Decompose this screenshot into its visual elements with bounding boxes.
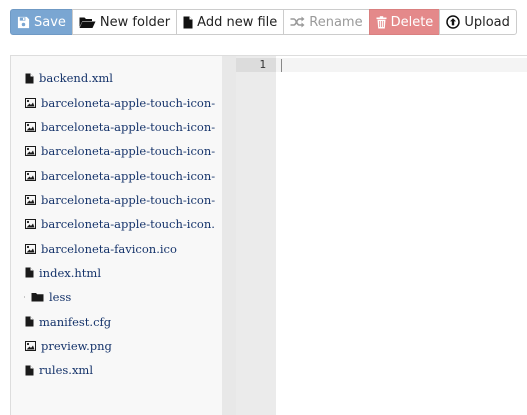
tree-file[interactable]: barceloneta-apple-touch-icon- [11,139,222,163]
tree-file[interactable]: barceloneta-apple-touch-icon. [11,212,222,236]
tree-item-label: barceloneta-apple-touch-icon- [41,168,216,183]
tree-item-label: barceloneta-apple-touch-icon- [41,95,216,110]
active-line-highlight [236,58,527,72]
file-manager-toolbar: Save New folder Add new file Rename Dele… [10,9,517,35]
new-folder-button[interactable]: New folder [71,9,178,35]
text-cursor [281,59,282,72]
file-icon [25,267,34,278]
upload-button[interactable]: Upload [439,9,517,35]
image-icon [25,219,36,230]
file-icon [25,316,34,327]
delete-button[interactable]: Delete [368,9,441,35]
tree-file[interactable]: index.html [11,261,222,285]
tree-file[interactable]: barceloneta-apple-touch-icon- [11,115,222,139]
tree-file[interactable]: barceloneta-apple-touch-icon- [11,188,222,212]
file-tree: backend.xml barceloneta-apple-touch-icon-… [11,66,222,382]
add-new-file-label: Add new file [197,14,278,30]
rename-button[interactable]: Rename [283,9,370,35]
panel-divider[interactable] [222,55,236,415]
line-gutter [236,56,276,415]
caret-right-icon[interactable] [11,293,25,301]
tree-item-label: barceloneta-apple-touch-icon- [41,192,216,207]
delete-label: Delete [390,14,434,30]
tree-item-label: barceloneta-apple-touch-icon- [41,144,216,159]
file-icon [25,73,34,84]
tree-file[interactable]: preview.png [11,334,222,358]
tree-item-label: backend.xml [39,71,113,86]
rename-label: Rename [309,14,363,30]
file-icon [25,365,34,376]
tree-item-label: manifest.cfg [39,314,112,329]
file-tree-panel: backend.xml barceloneta-apple-touch-icon-… [10,55,222,415]
tree-file[interactable]: backend.xml [11,66,222,90]
tree-item-label: barceloneta-apple-touch-icon- [41,119,216,134]
new-folder-label: New folder [99,14,171,30]
save-icon [17,16,30,29]
tree-file[interactable]: barceloneta-favicon.ico [11,236,222,260]
folder-icon [31,292,44,302]
tree-item-label: barceloneta-apple-touch-icon. [41,217,215,232]
trash-icon [376,15,387,29]
tree-item-label: index.html [39,265,102,280]
image-icon [25,121,36,132]
editor-workspace: backend.xml barceloneta-apple-touch-icon-… [10,55,527,415]
image-icon [25,170,36,181]
tree-file[interactable]: manifest.cfg [11,309,222,333]
upload-circle-icon [446,15,461,29]
image-icon [25,243,36,254]
tree-file[interactable]: rules.xml [11,358,222,382]
folder-open-icon [79,16,96,29]
tree-item-label: less [49,290,72,305]
save-button[interactable]: Save [10,9,73,35]
add-new-file-button[interactable]: Add new file [176,9,285,35]
save-label: Save [34,14,66,30]
image-icon [25,340,36,351]
image-icon [25,97,36,108]
tree-file[interactable]: barceloneta-apple-touch-icon- [11,163,222,187]
shuffle-icon [290,16,305,28]
image-icon [25,194,36,205]
tree-folder[interactable]: less [11,285,222,309]
image-icon [25,146,36,157]
tree-item-label: rules.xml [39,363,94,378]
code-editor[interactable]: 1 [236,55,527,415]
tree-item-label: barceloneta-favicon.ico [41,241,177,256]
upload-label: Upload [464,14,510,30]
tree-file[interactable]: barceloneta-apple-touch-icon- [11,90,222,114]
tree-item-label: preview.png [41,338,112,353]
line-number: 1 [259,58,266,71]
file-icon [183,16,193,29]
